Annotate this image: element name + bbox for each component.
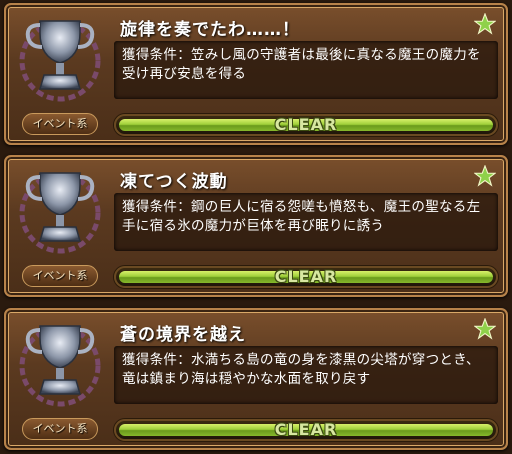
status-label: CLEAR (274, 267, 338, 286)
star-icon (474, 318, 496, 340)
progress-bar: CLEAR (114, 419, 498, 441)
category-badge: イベント系 (22, 113, 98, 135)
achievement-list: 旋律を奏でたわ……！ 獲得条件：笠みし風の守護者は最後に真なる魔王の魔力を受け再… (0, 0, 512, 454)
achievement-title: 旋律を奏でたわ……！ (120, 20, 300, 40)
achievement-card[interactable]: 旋律を奏でたわ……！ 獲得条件：笠みし風の守護者は最後に真なる魔王の魔力を受け再… (4, 3, 508, 145)
achievement-title: 蒼の境界を越え (120, 325, 246, 345)
star-icon (474, 13, 496, 35)
star-icon (474, 165, 496, 187)
achievement-condition: 獲得条件：笠みし風の守護者は最後に真なる魔王の魔力を受け再び安息を得る (114, 41, 498, 99)
progress-bar: CLEAR (114, 266, 498, 288)
status-label: CLEAR (274, 115, 338, 134)
trophy-icon (19, 172, 101, 254)
achievement-card[interactable]: 蒼の境界を越え 獲得条件：水満ちる島の竜の身を漆黒の尖塔が穿つとき、竜は鎮まり海… (4, 308, 508, 450)
achievement-title: 凍てつく波動 (120, 172, 228, 192)
achievement-card[interactable]: 凍てつく波動 獲得条件：鋼の巨人に宿る怨嗟も憤怒も、魔王の聖なる左手に宿る氷の魔… (4, 155, 508, 297)
trophy-icon (19, 325, 101, 407)
category-badge: イベント系 (22, 418, 98, 440)
category-badge: イベント系 (22, 265, 98, 287)
achievement-condition: 獲得条件：水満ちる島の竜の身を漆黒の尖塔が穿つとき、竜は鎮まり海は穏やかな水面を… (114, 346, 498, 404)
status-label: CLEAR (274, 420, 338, 439)
achievement-condition: 獲得条件：鋼の巨人に宿る怨嗟も憤怒も、魔王の聖なる左手に宿る氷の魔力が巨体を再び… (114, 193, 498, 251)
progress-bar: CLEAR (114, 114, 498, 136)
trophy-icon (19, 20, 101, 102)
